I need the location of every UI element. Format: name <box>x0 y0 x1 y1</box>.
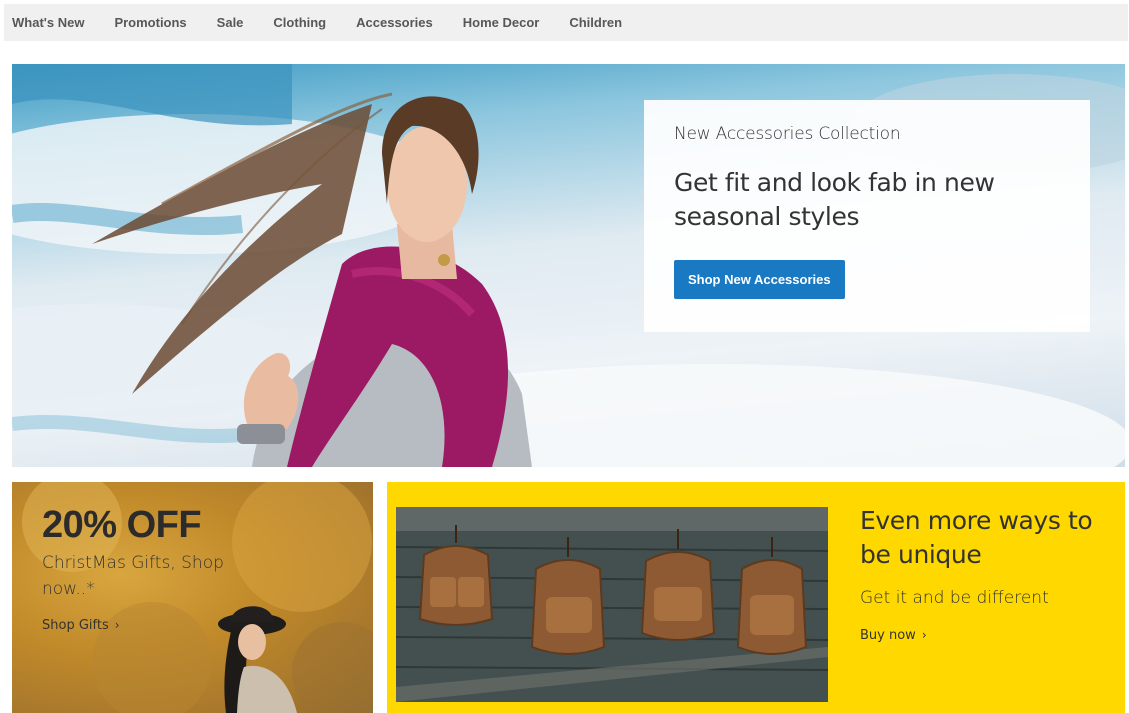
nav-item-sale[interactable]: Sale <box>217 15 244 30</box>
nav-item-promotions[interactable]: Promotions <box>114 15 186 30</box>
unique-subtitle: Get it and be different <box>860 588 1049 608</box>
nav-item-whats-new[interactable]: What's New <box>12 15 84 30</box>
buy-now-label: Buy now <box>860 628 916 643</box>
chevron-right-icon: › <box>921 628 927 642</box>
nav-item-children[interactable]: Children <box>569 15 622 30</box>
nav-item-clothing[interactable]: Clothing <box>273 15 326 30</box>
hero-content-card: New Accessories Collection Get fit and l… <box>644 100 1090 332</box>
gifts-promo-banner[interactable]: 20% OFF ChristMas Gifts, Shop now..* Sho… <box>12 482 373 713</box>
unique-promo-banner[interactable]: Even more ways to be unique Get it and b… <box>387 482 1125 713</box>
hero-banner[interactable]: New Accessories Collection Get fit and l… <box>12 64 1125 467</box>
shop-new-accessories-button[interactable]: Shop New Accessories <box>674 260 845 299</box>
chevron-right-icon: › <box>114 618 120 632</box>
unique-promo-content: Even more ways to be unique Get it and b… <box>860 504 1110 644</box>
gifts-promo-content: 20% OFF ChristMas Gifts, Shop now..* Sho… <box>42 504 262 634</box>
hero-eyebrow: New Accessories Collection <box>674 124 901 144</box>
promo-photo-backpacks <box>396 507 828 702</box>
shop-gifts-label: Shop Gifts <box>42 618 109 633</box>
hero-heading: Get fit and look fab in new seasonal sty… <box>674 168 995 231</box>
nav-item-accessories[interactable]: Accessories <box>356 15 433 30</box>
unique-title: Even more ways to be unique <box>860 506 1093 569</box>
gifts-subtitle: ChristMas Gifts, Shop now..* <box>42 553 224 599</box>
main-navigation: What's New Promotions Sale Clothing Acce… <box>4 4 1128 41</box>
shop-gifts-link[interactable]: Shop Gifts › <box>42 618 120 633</box>
buy-now-link[interactable]: Buy now › <box>860 628 927 643</box>
discount-headline: 20% OFF <box>42 504 202 546</box>
nav-item-home-decor[interactable]: Home Decor <box>463 15 540 30</box>
